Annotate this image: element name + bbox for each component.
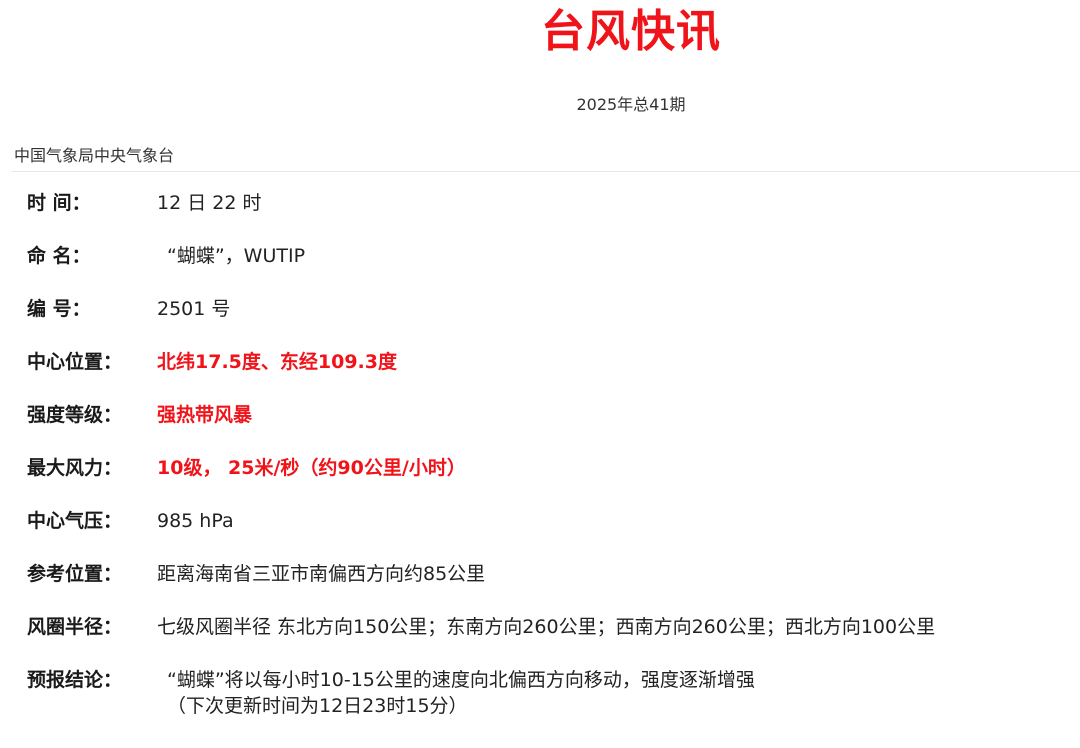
forecast-next-update: （下次更新时间为12日23时15分）	[167, 695, 468, 717]
wind-radius-label: 风圈半径：	[27, 616, 123, 638]
time-value: 12 日 22 时	[157, 192, 262, 214]
row-center-position: 中心位置： 北纬17.5度、东经109.3度	[27, 349, 1077, 402]
reference-position-label: 参考位置：	[27, 563, 123, 585]
row-number: 编 号： 2501 号	[27, 296, 1077, 349]
row-reference-position: 参考位置： 距离海南省三亚市南偏西方向约85公里	[27, 561, 1077, 614]
row-name: 命 名： “蝴蝶”，WUTIP	[27, 243, 1077, 296]
intensity-label: 强度等级：	[27, 404, 123, 426]
forecast-value: “蝴蝶”将以每小时10-15公里的速度向北偏西方向移动，强度逐渐增强 （下次更新…	[157, 667, 755, 719]
row-time: 时 间： 12 日 22 时	[27, 190, 1077, 243]
center-pressure-value: 985 hPa	[157, 510, 234, 532]
issue-number: 2025年总41期	[576, 95, 686, 114]
number-label: 编 号：	[27, 298, 91, 320]
name-value: “蝴蝶”，WUTIP	[167, 245, 306, 267]
forecast-label: 预报结论：	[27, 669, 123, 691]
reference-position-value: 距离海南省三亚市南偏西方向约85公里	[157, 563, 486, 585]
row-center-pressure: 中心气压： 985 hPa	[27, 508, 1077, 561]
center-position-value: 北纬17.5度、东经109.3度	[157, 351, 397, 373]
number-value: 2501 号	[157, 298, 231, 320]
report-table: 时 间： 12 日 22 时 命 名： “蝴蝶”，WUTIP 编 号： 2501…	[27, 190, 1077, 727]
page-title: 台风快讯	[541, 6, 721, 57]
header-divider	[12, 171, 1080, 172]
center-pressure-label: 中心气压：	[27, 510, 123, 532]
row-max-wind: 最大风力： 10级， 25米/秒（约90公里/小时）	[27, 455, 1077, 508]
row-forecast: 预报结论： “蝴蝶”将以每小时10-15公里的速度向北偏西方向移动，强度逐渐增强…	[27, 667, 1077, 727]
row-wind-radius: 风圈半径： 七级风圈半径 东北方向150公里；东南方向260公里；西南方向260…	[27, 614, 1077, 667]
organization-name: 中国气象局中央气象台	[14, 146, 175, 165]
max-wind-value: 10级， 25米/秒（约90公里/小时）	[157, 457, 466, 479]
max-wind-label: 最大风力：	[27, 457, 123, 479]
name-label: 命 名：	[27, 245, 91, 267]
forecast-text: “蝴蝶”将以每小时10-15公里的速度向北偏西方向移动，强度逐渐增强	[167, 669, 755, 691]
center-position-label: 中心位置：	[27, 351, 123, 373]
wind-radius-value: 七级风圈半径 东北方向150公里；东南方向260公里；西南方向260公里；西北方…	[157, 616, 936, 638]
row-intensity: 强度等级： 强热带风暴	[27, 402, 1077, 455]
time-label: 时 间：	[27, 192, 91, 214]
intensity-value: 强热带风暴	[157, 404, 253, 426]
